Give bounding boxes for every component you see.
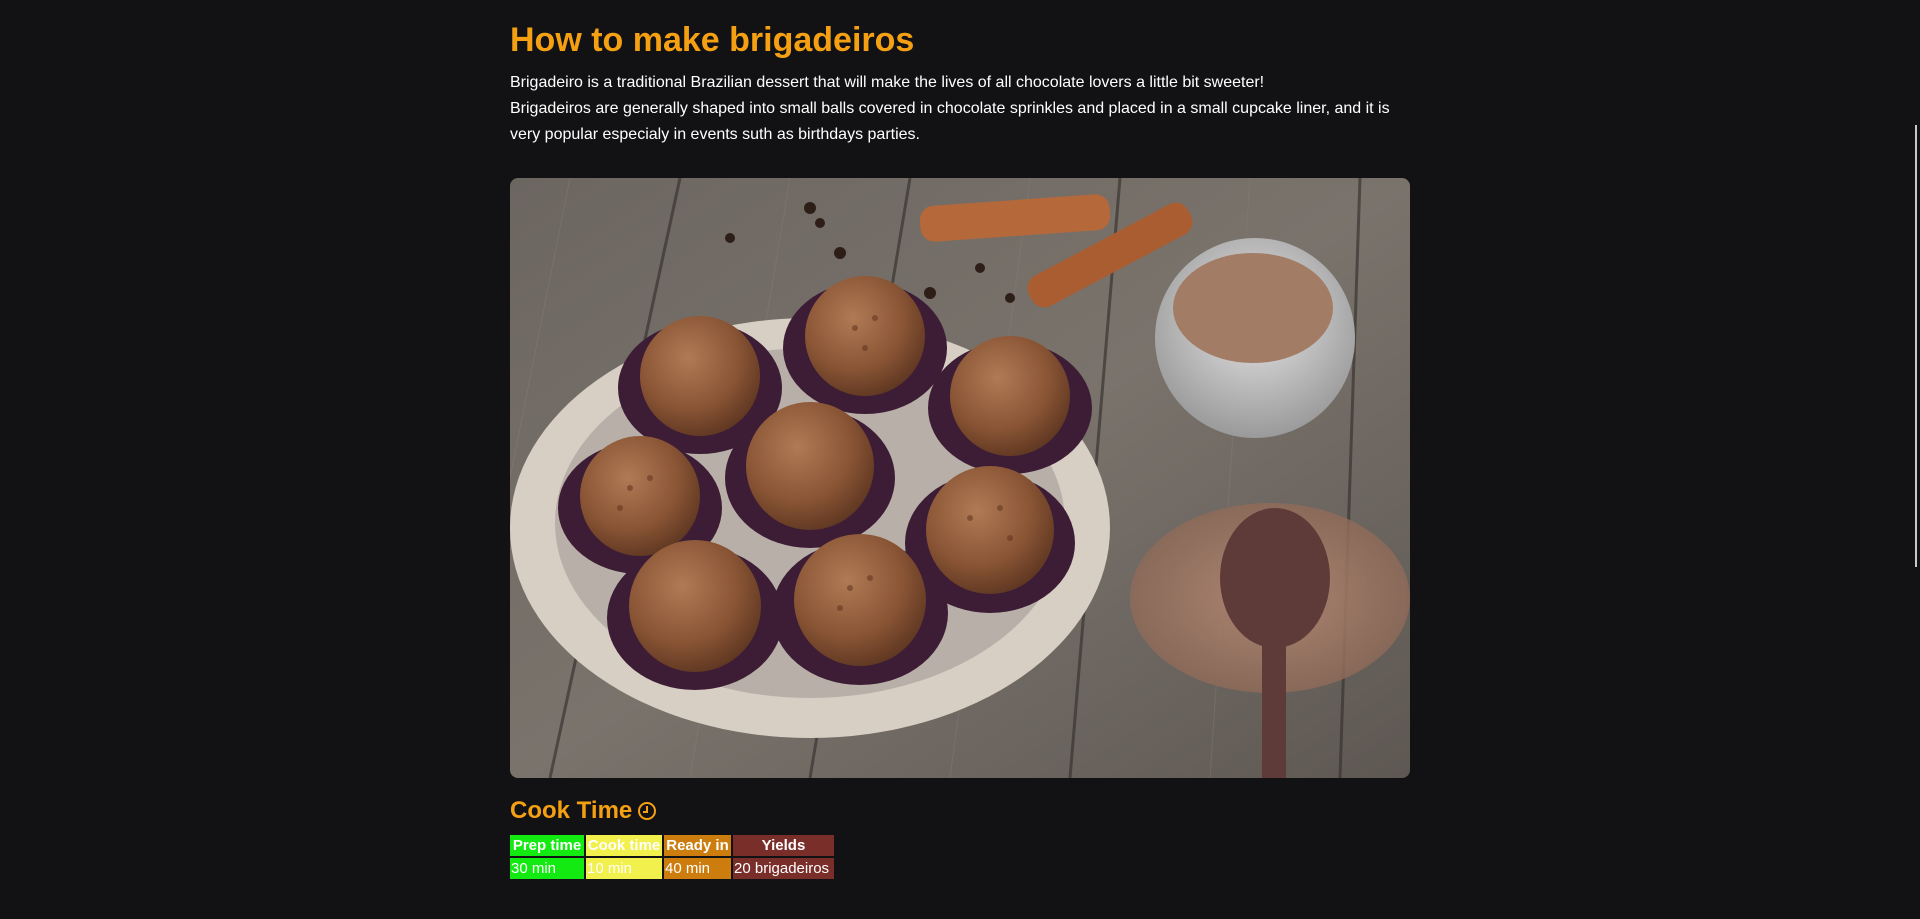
cook-time-title: Cook Time bbox=[510, 797, 633, 824]
table-row: 30 min 10 min 40 min 20 brigadeiros bbox=[510, 858, 834, 879]
prep-time-header: Prep time bbox=[510, 835, 584, 856]
brigadeiros-photo bbox=[510, 178, 1410, 778]
recipe-content: How to make brigadeiros Brigadeiro is a … bbox=[510, 0, 1410, 881]
ready-in-header: Ready in bbox=[664, 835, 731, 856]
cook-time-heading: Cook Time bbox=[510, 796, 1410, 826]
table-header-row: Prep time Cook time Ready in Yields bbox=[510, 835, 834, 856]
scrollbar[interactable] bbox=[1915, 125, 1917, 567]
cook-time-table: Prep time Cook time Ready in Yields 30 m… bbox=[508, 833, 836, 881]
yields-header: Yields bbox=[733, 835, 834, 856]
page-title: How to make brigadeiros bbox=[510, 21, 915, 59]
intro-line-2: Brigadeiros are generally shaped into sm… bbox=[510, 100, 1390, 143]
page: How to make brigadeiros Brigadeiro is a … bbox=[0, 0, 1920, 919]
intro-line-1: Brigadeiro is a traditional Brazilian de… bbox=[510, 74, 1265, 91]
cook-time-value: 10 min bbox=[586, 858, 662, 879]
yields-value: 20 brigadeiros bbox=[733, 858, 834, 879]
ready-in-value: 40 min bbox=[664, 858, 731, 879]
cook-time-header: Cook time bbox=[586, 835, 662, 856]
clock-icon bbox=[638, 802, 657, 820]
intro-text: Brigadeiro is a traditional Brazilian de… bbox=[510, 70, 1410, 148]
prep-time-value: 30 min bbox=[510, 858, 584, 879]
